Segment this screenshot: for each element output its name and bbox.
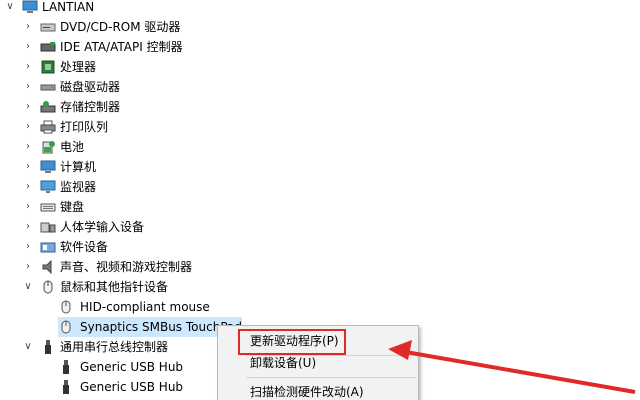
computer-icon <box>22 0 38 14</box>
battery-icon <box>40 140 56 154</box>
tree-item-label: 软件设备 <box>60 240 109 254</box>
mouse-icon <box>58 300 74 314</box>
tree-item-label: Generic USB Hub <box>80 360 184 374</box>
chevron-right-icon[interactable]: › <box>22 217 34 237</box>
chevron-right-icon[interactable]: › <box>22 57 34 77</box>
dvd-drive-icon <box>40 20 56 34</box>
chevron-down-icon[interactable]: ∨ <box>4 0 16 17</box>
tree-item-label: 电池 <box>60 140 85 154</box>
tree-item-label: 监视器 <box>60 180 97 194</box>
computer-icon <box>40 160 56 174</box>
storage-controller-icon <box>40 100 56 114</box>
usb-hub-icon <box>58 380 74 394</box>
chevron-right-icon[interactable]: › <box>22 97 34 117</box>
chevron-right-icon[interactable]: › <box>22 137 34 157</box>
tree-item-label: 人体学输入设备 <box>60 220 145 234</box>
chevron-right-icon[interactable]: › <box>22 257 34 277</box>
tree-item-label: IDE ATA/ATAPI 控制器 <box>60 40 183 54</box>
chevron-down-icon[interactable]: ∨ <box>22 337 34 357</box>
tree-item-label: 处理器 <box>60 60 97 74</box>
menu-item-label: 扫描检测硬件改动(A) <box>250 385 364 399</box>
tree-item-label: 鼠标和其他指针设备 <box>60 280 169 294</box>
printer-icon <box>40 120 56 134</box>
chevron-right-icon[interactable]: › <box>22 157 34 177</box>
usb-icon <box>40 340 56 354</box>
software-device-icon <box>40 240 56 254</box>
chevron-down-icon[interactable]: ∨ <box>22 277 34 297</box>
mouse-icon <box>40 280 56 294</box>
ide-controller-icon <box>40 40 56 54</box>
tree-item-label: DVD/CD-ROM 驱动器 <box>60 20 181 34</box>
chevron-right-icon[interactable]: › <box>22 37 34 57</box>
tree-item-label: 通用串行总线控制器 <box>60 340 169 354</box>
tree-item-label: 磁盘驱动器 <box>60 80 121 94</box>
disk-drive-icon <box>40 80 56 94</box>
keyboard-icon <box>40 200 56 214</box>
annotation-arrow-icon <box>388 340 636 394</box>
mouse-icon <box>58 320 74 334</box>
processor-icon <box>40 60 56 74</box>
annotation-highlight-box <box>238 329 346 355</box>
device-manager-window: ∨ LANTIAN › DVD/CD-ROM 驱动器 › IDE ATA/ATA… <box>0 0 640 400</box>
tree-item-label: Generic USB Hub <box>80 380 184 394</box>
tree-item-label: 计算机 <box>60 160 97 174</box>
chevron-right-icon[interactable]: › <box>22 117 34 137</box>
hid-icon <box>40 220 56 234</box>
chevron-right-icon[interactable]: › <box>22 77 34 97</box>
chevron-right-icon[interactable]: › <box>22 17 34 37</box>
chevron-right-icon[interactable]: › <box>22 237 34 257</box>
chevron-right-icon[interactable]: › <box>22 177 34 197</box>
tree-item-label: HID-compliant mouse <box>80 300 210 314</box>
tree-item-label: 键盘 <box>60 200 85 214</box>
tree-item-label: 声音、视频和游戏控制器 <box>60 260 193 274</box>
chevron-right-icon[interactable]: › <box>22 197 34 217</box>
speaker-icon <box>40 259 56 275</box>
tree-item-label: 打印队列 <box>60 120 109 134</box>
computer-name-label: LANTIAN <box>42 0 95 14</box>
usb-hub-icon <box>58 360 74 374</box>
monitor-icon <box>40 180 56 194</box>
menu-item-label: 卸载设备(U) <box>250 356 317 370</box>
tree-item-label: 存储控制器 <box>60 100 121 114</box>
